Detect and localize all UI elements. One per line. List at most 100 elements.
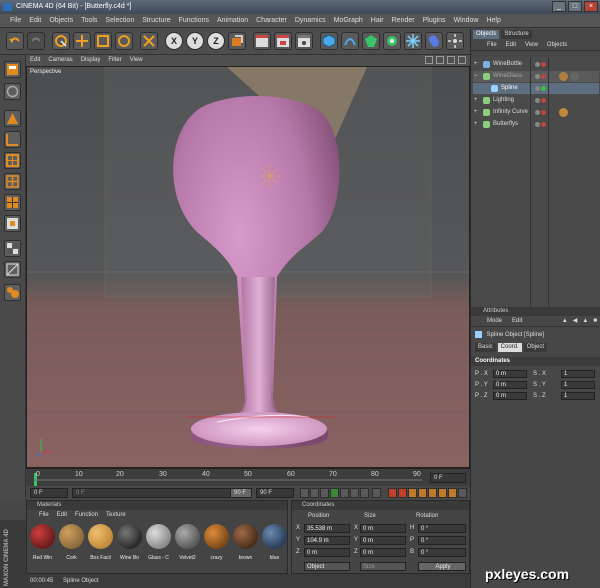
range-end-handle[interactable]: 90 F [230,488,252,498]
goto-end-button[interactable] [360,488,369,498]
material-tag-icon[interactable] [559,108,568,117]
render-dot-icon[interactable] [541,122,546,127]
spline-pen-button[interactable] [341,32,359,50]
materials-menu-function[interactable]: Function [75,510,98,521]
render-dot-icon[interactable] [541,62,546,67]
menu-hair[interactable]: Hair [371,14,384,27]
snap-button[interactable] [4,261,21,278]
size-x-field[interactable]: 0 m [360,524,406,533]
rotation-h-field[interactable]: 0 ° [418,524,466,533]
position-y-field[interactable]: 104.9 m [304,536,350,545]
visibility-dot-icon[interactable] [535,98,540,103]
workplane-button[interactable] [4,240,21,257]
menu-plugins[interactable]: Plugins [423,14,446,27]
scale-x-attr-field[interactable]: 1 [561,370,595,378]
menu-mograph[interactable]: MoGraph [334,14,363,27]
apply-button[interactable]: Apply [418,562,466,571]
tab-objects[interactable]: Objects [473,30,500,39]
menu-render[interactable]: Render [392,14,415,27]
timeline-ruler[interactable]: 0 10 20 30 40 50 60 70 80 90 0 F [26,468,470,486]
materials-menu-file[interactable]: File [39,510,49,521]
light-button[interactable] [446,32,464,50]
menu-objects[interactable]: Objects [49,14,73,27]
object-row-lighting[interactable]: + Lighting [473,95,599,106]
material-item[interactable]: Glass - C [145,523,172,561]
viewport-menu-edit[interactable]: Edit [30,55,40,66]
expand-icon[interactable]: + [474,59,478,70]
move-button[interactable] [73,32,91,50]
coordinate-mode-select[interactable]: Object [304,562,350,571]
render-dot-icon[interactable] [541,74,546,79]
autokey-button[interactable] [398,488,407,498]
range-slider[interactable]: 0 F [72,488,252,498]
polygons-mode-button[interactable] [4,152,21,169]
object-row-spline[interactable]: Spline [473,83,599,94]
next-key-button[interactable] [350,488,359,498]
material-item[interactable]: Velvet2 [174,523,201,561]
loop-button[interactable] [372,488,381,498]
object-row-wineglass[interactable]: − WineGlass [473,71,599,82]
tab-basic[interactable]: Basic [475,343,496,352]
rotation-key-button[interactable] [438,488,447,498]
object-row-butterflys[interactable]: + Butterflys [473,119,599,130]
attributes-menu-mode[interactable]: Mode [487,316,502,326]
current-frame-field[interactable]: 0 F [430,473,466,483]
rotation-p-field[interactable]: 0 ° [418,536,466,545]
material-item[interactable]: Cork [58,523,85,561]
material-tag-icon[interactable] [559,72,568,81]
objects-menu-edit[interactable]: Edit [506,40,516,50]
position-x-attr-field[interactable]: 0 m [493,370,527,378]
size-y-field[interactable]: 0 m [360,536,406,545]
viewport-zoom-icon[interactable] [436,56,444,64]
size-mode-select[interactable]: Size [360,562,406,571]
up-icon[interactable]: ▲ [582,316,588,327]
material-item[interactable]: blue [261,523,288,561]
x-axis-button[interactable]: X [165,32,183,50]
viewport-menu-display[interactable]: Display [81,55,101,66]
materials-menu-texture[interactable]: Texture [106,510,126,521]
end-frame-field[interactable]: 90 F [256,488,294,498]
visibility-dot-icon[interactable] [535,110,540,115]
tab-structure[interactable]: Structure [501,30,532,39]
back-icon[interactable]: ◀ [573,316,578,327]
menu-animation[interactable]: Animation [217,14,248,27]
render-dot-icon[interactable] [541,98,546,103]
menu-tools[interactable]: Tools [81,14,97,27]
undo-button[interactable] [6,32,24,50]
menu-structure[interactable]: Structure [142,14,170,27]
position-x-field[interactable]: 35.538 m [304,524,350,533]
material-item[interactable]: brown [232,523,259,561]
record-button[interactable] [388,488,397,498]
material-item[interactable]: Wine Bo [116,523,143,561]
next-frame-button[interactable] [340,488,349,498]
pla-key-button[interactable] [458,488,467,498]
goto-start-button[interactable] [300,488,309,498]
viewport-menu-filter[interactable]: Filter [108,55,121,66]
menu-file[interactable]: File [10,14,21,27]
viewport-menu-cameras[interactable]: Cameras [48,55,72,66]
visibility-dot-icon[interactable] [535,86,540,91]
visibility-dot-icon[interactable] [535,62,540,67]
menu-edit[interactable]: Edit [29,14,41,27]
rotate-button[interactable] [115,32,133,50]
uv-polygons-button[interactable] [4,194,21,211]
cube-button[interactable] [320,32,338,50]
last-tool-button[interactable] [140,32,158,50]
collapse-icon[interactable]: − [474,71,478,82]
render-view-button[interactable] [253,32,271,50]
tab-coord[interactable]: Coord. [497,343,522,352]
live-select-button[interactable] [52,32,70,50]
material-item[interactable]: crazy [203,523,230,561]
material-item[interactable]: Red Win [29,523,56,561]
y-axis-button[interactable]: Y [186,32,204,50]
viewport-menu-view[interactable]: View [130,55,143,66]
scene-button[interactable] [425,32,443,50]
sculpt-button[interactable] [4,284,21,301]
use-model-tool-button[interactable] [4,61,21,78]
menu-functions[interactable]: Functions [179,14,209,27]
expand-icon[interactable]: + [474,119,478,130]
z-axis-button[interactable]: Z [207,32,225,50]
render-settings-button[interactable] [295,32,313,50]
scale-key-button[interactable] [428,488,437,498]
prev-frame-button[interactable] [320,488,329,498]
